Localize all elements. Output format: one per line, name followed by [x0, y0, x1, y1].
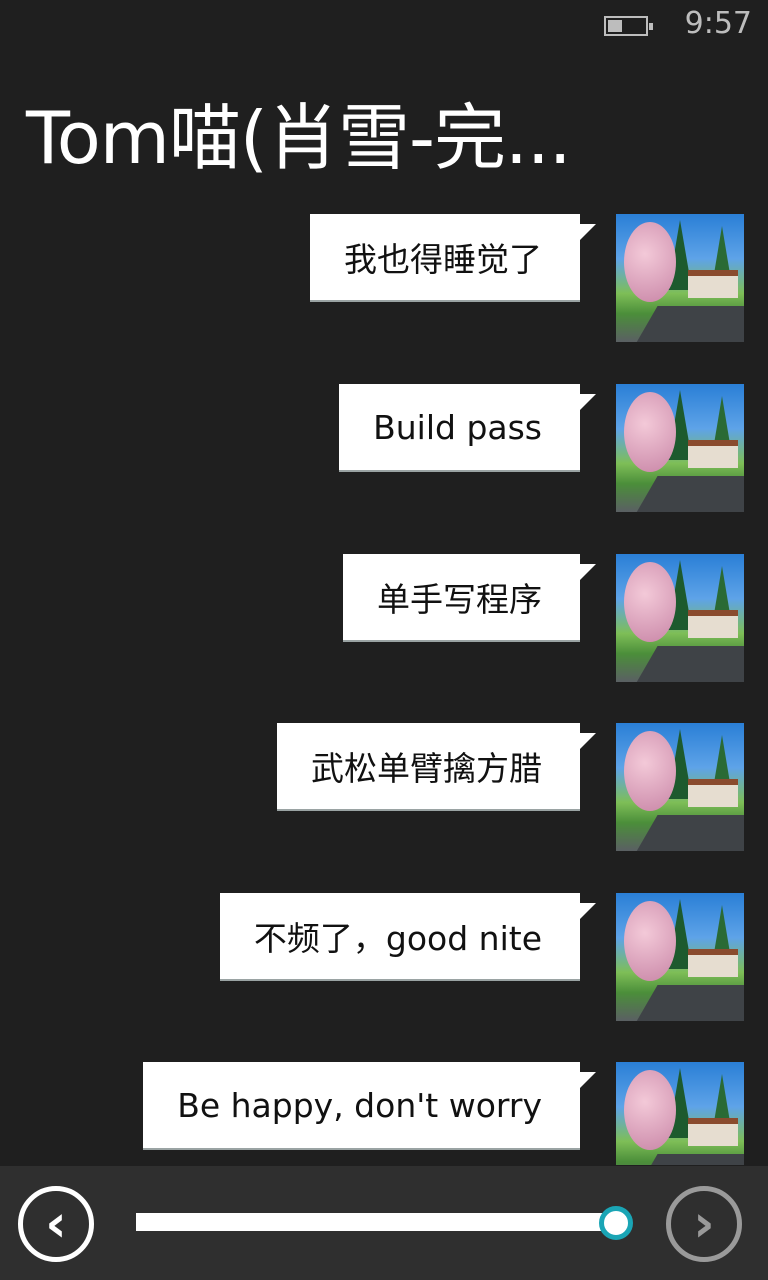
page-title: Tom喵(肖雪-完...	[26, 96, 572, 180]
message-bubble[interactable]: 我也得睡觉了	[310, 214, 580, 300]
message-bubble[interactable]: Build pass	[339, 384, 580, 470]
avatar[interactable]	[616, 893, 744, 1021]
bubble-tail	[580, 224, 596, 240]
avatar[interactable]	[616, 1062, 744, 1165]
message-bubble[interactable]: 武松单臂擒方腊	[277, 723, 580, 809]
message-list[interactable]: Tom喵(肖雪-完... 我也得睡觉了 Build pass 单手写程序 武松单…	[0, 0, 768, 1165]
avatar[interactable]	[616, 384, 744, 512]
playback-bar: ‹ ›	[0, 1166, 768, 1280]
message-row: Be happy, don't worry	[0, 1062, 768, 1165]
progress-slider-thumb[interactable]	[599, 1206, 633, 1240]
avatar[interactable]	[616, 214, 744, 342]
message-bubble[interactable]: 单手写程序	[343, 554, 580, 640]
message-row: Build pass	[0, 384, 768, 514]
message-row: 武松单臂擒方腊	[0, 723, 768, 853]
message-bubble[interactable]: Be happy, don't worry	[143, 1062, 580, 1148]
bubble-tail	[580, 1072, 596, 1088]
bubble-tail	[580, 903, 596, 919]
message-bubble[interactable]: 不频了，good nite	[219, 893, 580, 979]
bubble-tail	[580, 564, 596, 580]
chevron-right-icon: ›	[693, 1194, 715, 1254]
bubble-tail	[580, 394, 596, 410]
bubble-tail	[580, 733, 596, 749]
progress-slider-track[interactable]	[136, 1213, 618, 1231]
previous-button[interactable]: ‹	[18, 1186, 94, 1262]
avatar[interactable]	[616, 554, 744, 682]
chevron-left-icon: ‹	[45, 1194, 67, 1254]
avatar[interactable]	[616, 723, 744, 851]
message-row: 单手写程序	[0, 554, 768, 684]
next-button[interactable]: ›	[666, 1186, 742, 1262]
message-row: 不频了，good nite	[0, 893, 768, 1023]
message-row: 我也得睡觉了	[0, 214, 768, 344]
